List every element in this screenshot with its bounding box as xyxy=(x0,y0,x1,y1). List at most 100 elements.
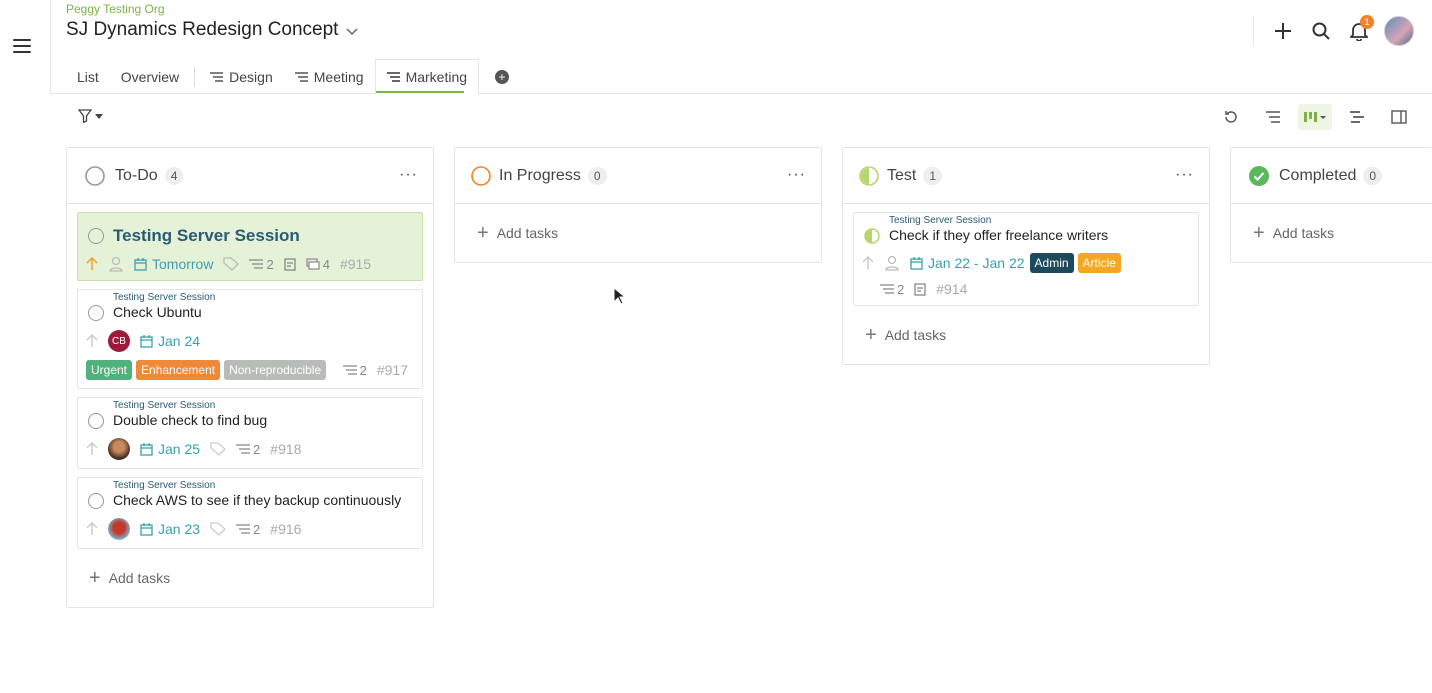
subtask-count: 2 xyxy=(236,522,260,537)
due-date[interactable]: Jan 24 xyxy=(140,333,200,349)
status-open-icon xyxy=(85,165,105,186)
avatar[interactable] xyxy=(108,518,130,540)
priority-up-icon[interactable] xyxy=(86,442,98,456)
project-title-text: SJ Dynamics Redesign Concept xyxy=(66,19,339,40)
view-tabs: List Overview Design Meeting Marketing + xyxy=(66,59,510,94)
header: Peggy Testing Org SJ Dynamics Redesign C… xyxy=(51,0,1432,94)
refresh-icon[interactable] xyxy=(1214,104,1248,130)
menu-icon[interactable] xyxy=(13,39,31,53)
calendar-icon xyxy=(134,257,147,271)
plus-icon: + xyxy=(865,323,877,346)
tab-meeting[interactable]: Meeting xyxy=(284,59,375,94)
user-avatar[interactable] xyxy=(1384,16,1414,46)
priority-up-icon[interactable] xyxy=(86,334,98,348)
assignee-icon[interactable] xyxy=(884,255,900,271)
board-view-icon[interactable] xyxy=(1298,104,1332,130)
more-icon[interactable]: ··· xyxy=(399,166,418,184)
priority-up-icon[interactable] xyxy=(86,257,98,271)
assignee-icon[interactable] xyxy=(108,256,124,272)
tag-urgent[interactable]: Urgent xyxy=(86,360,133,380)
subtasks-icon xyxy=(236,444,251,454)
subtasks-icon xyxy=(249,259,264,269)
task-card[interactable]: Testing Server Session Tomorrow 2 4 #915 xyxy=(77,212,423,281)
filter-button[interactable] xyxy=(78,109,103,123)
priority-up-icon[interactable] xyxy=(86,522,98,536)
column-count: 0 xyxy=(1363,166,1383,185)
task-title: Double check to find bug xyxy=(113,412,268,428)
status-completed-icon xyxy=(1249,165,1269,186)
column-header: In Progress 0 ··· xyxy=(455,148,821,204)
due-date[interactable]: Jan 23 xyxy=(140,521,200,537)
add-tasks-button[interactable]: + Add tasks xyxy=(843,306,1209,364)
parent-task[interactable]: Testing Server Session xyxy=(889,215,1190,226)
board-toolbar xyxy=(0,94,1432,140)
column-header: Test 1 ··· xyxy=(843,148,1209,204)
gantt-view-icon[interactable] xyxy=(1340,104,1374,130)
plus-icon: + xyxy=(1253,221,1265,244)
top-actions: 1 xyxy=(1253,0,1432,62)
tag-admin[interactable]: Admin xyxy=(1029,253,1074,273)
plus-icon: + xyxy=(477,221,489,244)
column-title: In Progress xyxy=(499,166,581,184)
filter-icon xyxy=(78,109,92,123)
tag-icon[interactable] xyxy=(210,442,227,456)
notification-badge: 1 xyxy=(1360,15,1374,29)
more-icon[interactable]: ··· xyxy=(787,166,806,184)
task-title: Check Ubuntu xyxy=(113,304,202,320)
avatar[interactable] xyxy=(108,438,130,460)
parent-task[interactable]: Testing Server Session xyxy=(113,480,414,491)
tag-enhancement[interactable]: Enhancement xyxy=(136,360,221,380)
subtask-count: 2 xyxy=(236,442,260,457)
left-rail xyxy=(0,0,51,94)
column-count: 0 xyxy=(587,166,607,185)
project-title[interactable]: SJ Dynamics Redesign Concept xyxy=(66,19,358,41)
parent-task[interactable]: Testing Server Session xyxy=(113,292,414,303)
org-name[interactable]: Peggy Testing Org xyxy=(66,2,165,16)
task-card[interactable]: Testing Server Session Check if they off… xyxy=(853,212,1199,306)
search-icon[interactable] xyxy=(1302,12,1340,50)
tab-overview[interactable]: Overview xyxy=(110,59,190,94)
task-id: #916 xyxy=(270,521,302,537)
task-card[interactable]: Testing Server Session Check Ubuntu CB J… xyxy=(77,289,423,389)
calendar-icon xyxy=(140,442,153,456)
split-panel-icon[interactable] xyxy=(1382,104,1416,130)
avatar[interactable]: CB xyxy=(108,330,130,352)
status-test-icon[interactable] xyxy=(864,228,880,244)
subtask-count: 2 xyxy=(880,282,904,297)
more-icon[interactable]: ··· xyxy=(1175,166,1194,184)
task-id: #914 xyxy=(936,281,968,297)
add-view-icon[interactable]: + xyxy=(495,69,510,84)
add-tasks-button[interactable]: + Add tasks xyxy=(67,549,433,607)
tag-article[interactable]: Article xyxy=(1077,253,1121,273)
task-checkbox[interactable] xyxy=(88,305,104,321)
add-icon[interactable] xyxy=(1264,12,1302,50)
status-test-icon xyxy=(859,165,879,186)
task-card[interactable]: Testing Server Session Double check to f… xyxy=(77,397,423,469)
attachment-count: 4 xyxy=(306,257,330,272)
add-tasks-button[interactable]: + Add tasks xyxy=(1231,204,1432,262)
tab-list[interactable]: List xyxy=(66,59,110,94)
add-tasks-button[interactable]: + Add tasks xyxy=(455,204,821,262)
list-view-icon[interactable] xyxy=(1256,104,1290,130)
due-date[interactable]: Jan 22 - Jan 22 xyxy=(910,255,1025,271)
due-date[interactable]: Jan 25 xyxy=(140,441,200,457)
tag-icon[interactable] xyxy=(210,522,227,536)
task-checkbox[interactable] xyxy=(88,228,104,244)
bell-icon[interactable]: 1 xyxy=(1340,12,1378,50)
task-checkbox[interactable] xyxy=(88,413,104,429)
due-date[interactable]: Tomorrow xyxy=(134,256,213,272)
calendar-icon xyxy=(140,522,153,536)
subtasks-icon xyxy=(342,365,357,375)
tag-icon[interactable] xyxy=(223,257,240,271)
priority-up-icon[interactable] xyxy=(862,256,874,270)
tab-marketing[interactable]: Marketing xyxy=(374,59,480,94)
task-checkbox[interactable] xyxy=(88,493,104,509)
tab-design[interactable]: Design xyxy=(199,59,284,94)
task-card[interactable]: Testing Server Session Check AWS to see … xyxy=(77,477,423,549)
tag-non-reproducible[interactable]: Non-reproducible xyxy=(224,360,327,380)
column-title: Test xyxy=(887,166,917,184)
task-id: #918 xyxy=(270,441,302,457)
parent-task[interactable]: Testing Server Session xyxy=(113,400,414,411)
caret-down-icon xyxy=(95,113,103,119)
column-title: To-Do xyxy=(115,166,158,184)
